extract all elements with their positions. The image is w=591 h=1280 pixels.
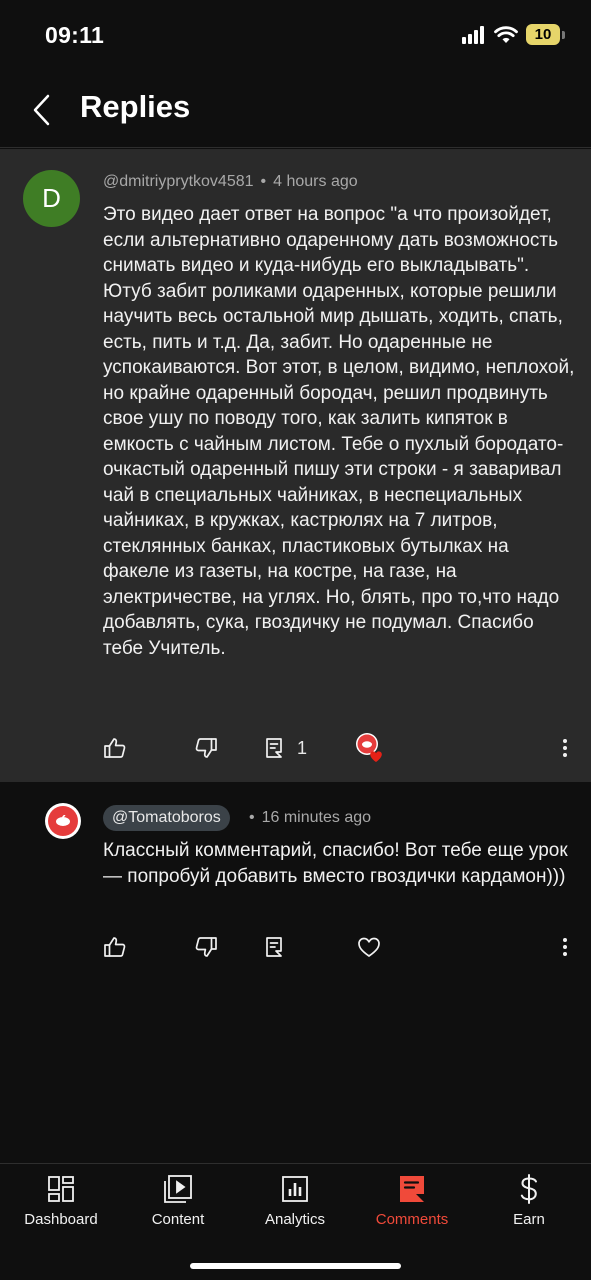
nav-label: Content: [151, 1211, 205, 1228]
reply-time: 16 minutes ago: [261, 809, 372, 826]
header: Replies: [0, 70, 591, 148]
creator-heart-badge[interactable]: [355, 728, 387, 768]
nav-item-earn[interactable]: Earn: [470, 1164, 588, 1244]
nav-item-analytics[interactable]: Analytics: [236, 1164, 354, 1244]
nav-label: Earn: [513, 1211, 545, 1228]
comment-actions: 1: [0, 728, 591, 768]
reply-comment: @Tomatoboros • 16 minutes ago Классный ко…: [0, 783, 591, 983]
reply-meta: • 16 minutes ago: [249, 809, 372, 826]
comment-author[interactable]: @dmitriyprytkov4581: [103, 173, 254, 190]
dashboard-icon: [48, 1176, 74, 1202]
reply-text: Классный комментарий, спасибо! Вот тебе …: [103, 840, 568, 887]
analytics-icon: [282, 1176, 308, 1202]
cellular-signal-icon: [462, 25, 484, 44]
reply-button[interactable]: [265, 927, 285, 967]
more-options-button[interactable]: [553, 927, 577, 967]
thumbs-up-icon: [104, 937, 126, 957]
heart-button[interactable]: [357, 927, 381, 967]
parent-comment: D @dmitriyprytkov4581 • 4 hours ago Это ви…: [0, 149, 591, 782]
nav-label: Comments: [375, 1211, 449, 1228]
like-button[interactable]: [103, 927, 127, 967]
reply-icon: [266, 937, 282, 957]
bottom-nav: Dashboard Content Analytics Comments Ear…: [0, 1163, 591, 1280]
comment-text: Это видео дает ответ на вопрос "а что пр…: [103, 204, 575, 659]
thumbs-up-icon: [104, 738, 126, 758]
reply-count: 1: [297, 737, 308, 758]
heart-outline-icon: [358, 937, 380, 957]
wifi-icon: [494, 25, 518, 43]
thumbs-down-icon: [195, 738, 217, 758]
status-icons: 10: [462, 24, 565, 45]
nav-label: Analytics: [264, 1211, 326, 1228]
content-icon: [164, 1175, 192, 1203]
creator-handle-chip[interactable]: @Tomatoboros: [103, 805, 230, 831]
reply-actions: [0, 927, 591, 967]
more-vertical-icon: [563, 938, 567, 956]
page-title: Replies: [80, 89, 191, 124]
avatar[interactable]: [45, 803, 81, 839]
comment-time: 4 hours ago: [273, 173, 358, 190]
status-bar: 09:11 10: [0, 0, 591, 70]
more-options-button[interactable]: [553, 728, 577, 768]
like-button[interactable]: [103, 728, 127, 768]
dollar-icon: [520, 1174, 537, 1204]
battery-icon: 10: [526, 24, 565, 45]
comment-meta: @dmitriyprytkov4581 • 4 hours ago: [103, 173, 358, 190]
reply-icon: [266, 738, 282, 758]
thumbs-down-icon: [195, 937, 217, 957]
reply-button[interactable]: 1: [265, 728, 307, 768]
avatar[interactable]: D: [23, 170, 80, 227]
home-indicator[interactable]: [190, 1263, 401, 1269]
nav-item-comments[interactable]: Comments: [353, 1164, 471, 1244]
status-time: 09:11: [45, 22, 105, 48]
dislike-button[interactable]: [194, 927, 218, 967]
nav-item-dashboard[interactable]: Dashboard: [2, 1164, 120, 1244]
more-vertical-icon: [563, 739, 567, 757]
comments-icon: [400, 1176, 424, 1202]
tomato-logo-icon: [56, 815, 70, 826]
chevron-left-icon: [33, 94, 50, 126]
back-button[interactable]: [24, 90, 60, 130]
nav-item-content[interactable]: Content: [119, 1164, 237, 1244]
dislike-button[interactable]: [194, 728, 218, 768]
battery-level: 10: [526, 24, 560, 45]
nav-label: Dashboard: [24, 1211, 98, 1228]
creator-heart-icon: [356, 733, 382, 762]
